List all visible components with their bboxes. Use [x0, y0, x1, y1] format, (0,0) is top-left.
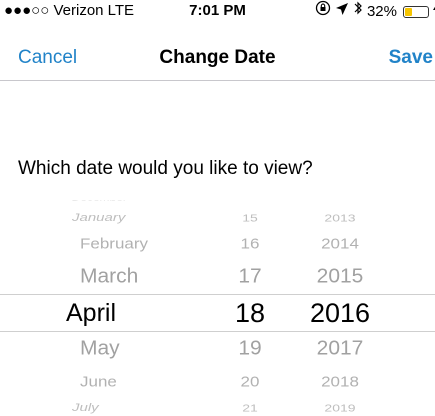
- status-bar: ●●●○○ Verizon LTE 7:01 PM 32%: [0, 0, 435, 22]
- picker-day[interactable]: 19: [206, 337, 294, 361]
- save-button[interactable]: Save: [389, 47, 433, 69]
- page-title: Change Date: [159, 47, 276, 68]
- selection-top-divider: [0, 294, 435, 295]
- picker-day[interactable]: 16: [206, 235, 294, 252]
- picker-row[interactable]: February 16 2014: [0, 235, 435, 252]
- picker-row[interactable]: June 20 2018: [0, 373, 435, 390]
- picker-year[interactable]: 2016: [300, 297, 380, 329]
- picker-row-selected[interactable]: April 18 2016: [0, 297, 435, 329]
- battery-icon: [403, 5, 429, 18]
- picker-year[interactable]: 2012: [300, 200, 380, 203]
- picker-day[interactable]: 17: [206, 265, 294, 289]
- picker-row[interactable]: December142012: [0, 200, 435, 203]
- picker-year[interactable]: 2018: [300, 373, 380, 390]
- picker-day[interactable]: 18: [206, 297, 294, 329]
- picker-row[interactable]: July 21 2019: [0, 401, 435, 414]
- picker-year[interactable]: 2017: [300, 337, 380, 361]
- date-picker[interactable]: December142012January152013February16201…: [0, 200, 435, 416]
- picker-day[interactable]: 14: [206, 200, 294, 203]
- status-right-group: 32%: [315, 0, 435, 23]
- picker-year[interactable]: 2014: [300, 235, 380, 252]
- picker-row[interactable]: March 17 2015: [0, 265, 435, 289]
- location-arrow-icon: [335, 1, 349, 23]
- orientation-lock-icon: [315, 0, 331, 23]
- picker-day[interactable]: 21: [206, 402, 294, 414]
- picker-year[interactable]: 2015: [300, 265, 380, 289]
- battery-fill: [405, 7, 413, 16]
- navigation-bar: Cancel Change Date Save: [0, 38, 435, 81]
- picker-year[interactable]: 2019: [300, 402, 380, 414]
- picker-row[interactable]: May 19 2017: [0, 337, 435, 361]
- picker-day[interactable]: 15: [206, 212, 294, 224]
- picker-row[interactable]: January 15 2013: [0, 211, 435, 224]
- selection-bottom-divider: [0, 331, 435, 332]
- date-prompt: Which date would you like to view?: [18, 158, 313, 179]
- picker-year[interactable]: 2013: [300, 212, 380, 224]
- bluetooth-icon: [353, 0, 363, 23]
- battery-percent: 32%: [366, 2, 397, 20]
- picker-day[interactable]: 20: [206, 373, 294, 390]
